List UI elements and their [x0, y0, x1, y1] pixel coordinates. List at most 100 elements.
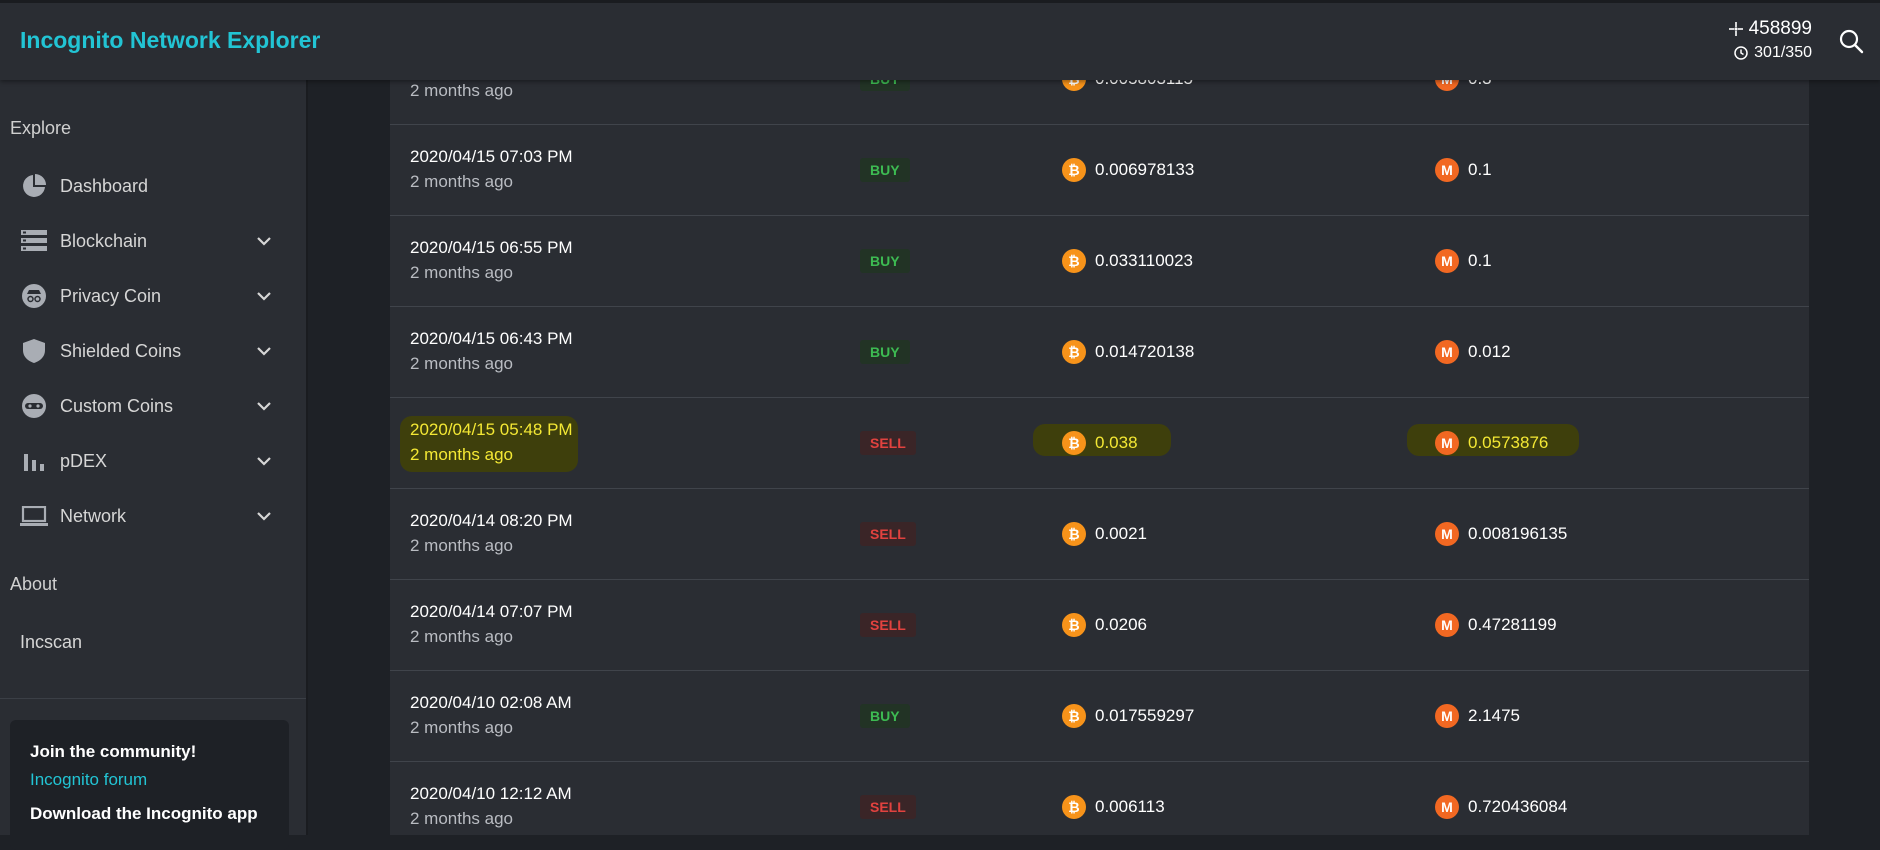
xmr-amount: M 0.0573876: [1435, 431, 1548, 455]
clock-icon: [1734, 46, 1748, 60]
xmr-amount: M 0.012: [1435, 340, 1511, 364]
search-icon: [1839, 29, 1864, 54]
btc-amount-value: 0.033110023: [1095, 251, 1194, 270]
mask-icon: [20, 392, 48, 420]
btc-amount-value: 0.0206: [1095, 615, 1147, 634]
btc-amount-value: 0.038: [1095, 433, 1138, 452]
trade-side-badge: BUY: [860, 704, 910, 728]
trade-relative-time: 2 months ago: [410, 445, 514, 464]
table-row[interactable]: 2020/04/14 08:20 PM 2 months ago SELL ₿ 0.00…: [390, 489, 1809, 580]
table-row[interactable]: 2020/04/14 07:07 PM 2 months ago SELL ₿ 0.02…: [390, 580, 1809, 671]
monero-icon: M: [1435, 340, 1459, 364]
about-link[interactable]: About: [10, 574, 57, 595]
sidebar-item-network[interactable]: Network: [0, 494, 290, 538]
top-bar: Incognito Network Explorer 458899 301/35…: [0, 0, 1880, 80]
trade-relative-time: 2 months ago: [410, 172, 514, 191]
network-stats: 458899 301/350: [1728, 18, 1812, 62]
trade-relative-time: 2 months ago: [410, 809, 514, 828]
table-row[interactable]: 2020/04/15 06:55 PM 2 months ago BUY ₿ 0.033…: [390, 216, 1809, 307]
trade-side-badge: SELL: [860, 522, 916, 546]
trade-time-cell: 2020/04/15 06:43 PM 2 months ago: [410, 329, 573, 374]
trade-relative-time: 2 months ago: [410, 627, 514, 646]
app-title[interactable]: Incognito Network Explorer: [20, 27, 320, 54]
chevron-down-icon[interactable]: [255, 452, 273, 470]
sidebar-item-pdex[interactable]: pDEX: [0, 439, 290, 483]
table-row[interactable]: 2020/04/15 07:03 PM 2 months ago BUY ₿ 0.006…: [390, 125, 1809, 216]
xmr-amount-value: 0.1: [1468, 160, 1492, 179]
bitcoin-icon: ₿: [1062, 613, 1086, 637]
chevron-down-icon[interactable]: [255, 397, 273, 415]
trade-relative-time: 2 months ago: [410, 354, 514, 373]
community-title: Join the community!: [30, 742, 197, 761]
spy-icon: [20, 282, 48, 310]
table-row[interactable]: 2020/04/10 02:08 AM 2 months ago BUY ₿ 0.017…: [390, 671, 1809, 762]
pie-chart-icon: [20, 172, 48, 200]
table-row[interactable]: 2020/04/10 12:12 AM 2 months ago SELL ₿ 0.00…: [390, 762, 1809, 835]
trade-time-cell: 2020/04/15 07:03 PM 2 months ago: [410, 147, 573, 192]
trade-side-badge: SELL: [860, 613, 916, 637]
xmr-amount-value: 0.47281199: [1468, 615, 1557, 634]
xmr-amount-value: 0.1: [1468, 251, 1492, 270]
chevron-down-icon[interactable]: [255, 507, 273, 525]
trade-time-cell: 2020/04/15 05:48 PM 2 months ago: [410, 420, 573, 465]
explore-heading: Explore: [10, 118, 72, 138]
trade-side-badge: SELL: [860, 795, 916, 819]
btc-amount: ₿ 0.0206: [1062, 613, 1147, 637]
incscan-link[interactable]: Incscan: [20, 632, 82, 653]
xmr-amount-value: 0.012: [1468, 342, 1511, 361]
trade-side-badge: BUY: [860, 158, 910, 182]
sidebar-item-blockchain[interactable]: Blockchain: [0, 219, 290, 263]
trade-timestamp: 2020/04/10 12:12 AM: [410, 784, 572, 803]
sidebar-item-privacy-coin[interactable]: Privacy Coin: [0, 274, 290, 318]
btc-amount: ₿ 0.014720138: [1062, 340, 1194, 364]
trade-timestamp: 2020/04/14 07:07 PM: [410, 602, 573, 621]
btc-amount-value: 0.014720138: [1095, 342, 1195, 361]
btc-amount-value: 0.006113: [1095, 797, 1165, 816]
sidebar-item-label: Blockchain: [60, 230, 148, 251]
trade-relative-time: 2 months ago: [410, 81, 514, 100]
chevron-down-icon[interactable]: [255, 342, 273, 360]
sidebar-item-custom-coins[interactable]: Custom Coins: [0, 384, 290, 428]
trade-timestamp: 2020/04/15 07:03 PM: [410, 147, 573, 166]
forum-link[interactable]: Incognito forum: [30, 770, 269, 790]
sidebar-item-label: pDEX: [60, 450, 108, 471]
search-button[interactable]: [1838, 28, 1866, 56]
bitcoin-icon: ₿: [1062, 795, 1086, 819]
btc-amount-value: 0.006978133: [1095, 160, 1195, 179]
epoch-stat[interactable]: 301/350: [1729, 44, 1812, 62]
bitcoin-icon: ₿: [1062, 431, 1086, 455]
btc-amount-value: 0.0021: [1095, 524, 1147, 543]
trade-side-badge: SELL: [860, 431, 916, 455]
sidebar-item-shielded-coins[interactable]: Shielded Coins: [0, 329, 290, 373]
bitcoin-icon: ₿: [1062, 704, 1086, 728]
monero-icon: M: [1435, 704, 1459, 728]
trade-relative-time: 2 months ago: [410, 718, 514, 737]
chevron-down-icon[interactable]: [255, 232, 273, 250]
trade-time-cell: 2020/04/10 02:08 AM 2 months ago: [410, 693, 572, 738]
chevron-down-icon[interactable]: [255, 287, 273, 305]
xmr-amount-value: 2.1475: [1468, 706, 1520, 725]
block-height-stat[interactable]: 458899: [1728, 18, 1812, 40]
trade-relative-time: 2 months ago: [410, 263, 514, 282]
table-row[interactable]: 2020/04/15 05:48 PM 2 months ago SELL ₿ 0.03…: [390, 398, 1809, 489]
trade-timestamp: 2020/04/10 02:08 AM: [410, 693, 572, 712]
trade-time-cell: 2020/04/10 12:12 AM 2 months ago: [410, 784, 572, 829]
btc-amount: ₿ 0.038: [1062, 431, 1138, 455]
xmr-amount: M 0.47281199: [1435, 613, 1557, 637]
block-height-value: 458899: [1748, 18, 1812, 39]
xmr-amount: M 0.008196135: [1435, 522, 1567, 546]
trade-time-cell: 2020/04/15 06:55 PM 2 months ago: [410, 238, 573, 283]
laptop-icon: [20, 502, 48, 530]
trade-side-badge: BUY: [860, 249, 910, 273]
xmr-amount-value: 0.008196135: [1468, 524, 1568, 543]
sidebar-item-label: Custom Coins: [60, 395, 174, 416]
xmr-amount: M 0.720436084: [1435, 795, 1567, 819]
monero-icon: M: [1435, 795, 1459, 819]
sidebar-item-dashboard[interactable]: Dashboard: [0, 164, 290, 208]
trade-time-cell: 2020/04/14 07:07 PM 2 months ago: [410, 602, 573, 647]
table-row[interactable]: 2020/04/15 06:43 PM 2 months ago BUY ₿ 0.014…: [390, 307, 1809, 398]
bitcoin-icon: ₿: [1062, 340, 1086, 364]
bitcoin-icon: ₿: [1062, 522, 1086, 546]
sidebar-item-label: Network: [60, 505, 127, 526]
download-app-link[interactable]: Download the Incognito app: [30, 804, 269, 824]
